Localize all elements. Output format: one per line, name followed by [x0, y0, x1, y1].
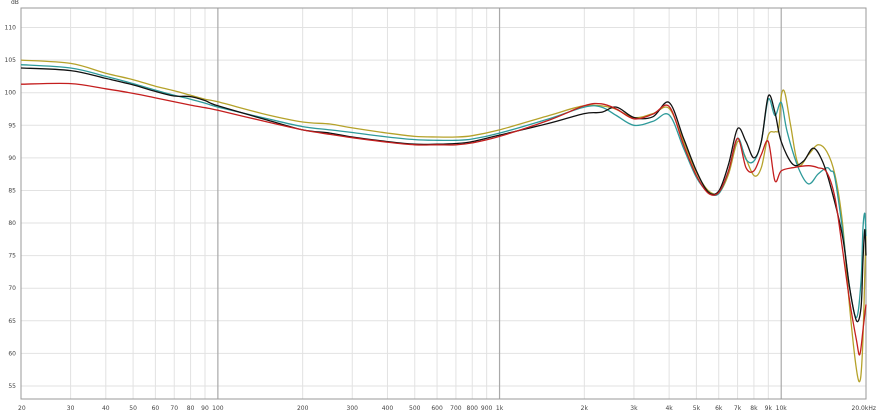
- x-tick-label: 40: [102, 405, 110, 412]
- x-tick-label: 100: [212, 405, 224, 412]
- x-axis-ticks: 20 30 40 50 60 70 80 90 100 200 300 400 500 600 700 800…: [18, 405, 876, 412]
- x-tick-label: 10k: [776, 405, 788, 412]
- x-tick-label: 900: [481, 405, 493, 412]
- y-tick-label: 105: [5, 57, 17, 64]
- y-axis-ticks: 55 60 65 70 75 80 85 90 95 100 105 110: [5, 25, 17, 390]
- series-line-4: [20, 82, 867, 356]
- y-tick-label: 100: [5, 90, 17, 97]
- series-layer: [20, 59, 867, 383]
- x-tick-label: 20.0kHz: [852, 405, 877, 412]
- y-tick-label: 70: [8, 285, 16, 292]
- x-tick-label: 9k: [765, 405, 773, 412]
- y-tick-label: 55: [8, 383, 16, 390]
- y-tick-label: 85: [8, 187, 16, 194]
- x-tick-label: 80: [187, 405, 195, 412]
- x-tick-label: 30: [67, 405, 75, 412]
- x-tick-label: 200: [297, 405, 309, 412]
- y-tick-label: 60: [8, 350, 16, 357]
- plot-frame: [20, 7, 867, 400]
- x-tick-label: 4k: [665, 405, 673, 412]
- x-tick-label: 7k: [734, 405, 742, 412]
- x-tick-label: 8k: [750, 405, 758, 412]
- grid-minor: [21, 8, 866, 399]
- x-tick-label: 600: [431, 405, 443, 412]
- y-tick-label: 80: [8, 220, 16, 227]
- y-tick-label: 110: [5, 25, 17, 32]
- x-tick-label: 60: [152, 405, 160, 412]
- y-tick-label: 95: [8, 122, 16, 129]
- x-tick-label: 90: [201, 405, 209, 412]
- x-tick-label: 800: [467, 405, 479, 412]
- y-tick-label: 65: [8, 318, 16, 325]
- x-tick-label: 5k: [693, 405, 701, 412]
- x-tick-label: 2k: [581, 405, 589, 412]
- x-tick-label: 400: [382, 405, 394, 412]
- x-tick-label: 6k: [715, 405, 723, 412]
- frequency-response-chart: 55 60 65 70 75 80 85 90 95 100 105 110 20 30 40 50 60 70…: [5, 0, 876, 412]
- series-line-2: [20, 64, 867, 319]
- x-tick-label: 300: [347, 405, 359, 412]
- x-tick-label: 70: [170, 405, 178, 412]
- y-axis-label: dB: [11, 0, 19, 6]
- series-line-1: [20, 59, 867, 383]
- x-tick-label: 50: [129, 405, 137, 412]
- x-tick-label: 1k: [496, 405, 504, 412]
- x-tick-label: 500: [409, 405, 421, 412]
- x-tick-label: 700: [450, 405, 462, 412]
- y-tick-label: 90: [8, 155, 16, 162]
- x-tick-label: 20: [18, 405, 26, 412]
- series-line-3: [20, 67, 867, 323]
- x-tick-label: 3k: [630, 405, 638, 412]
- y-tick-label: 75: [8, 253, 16, 260]
